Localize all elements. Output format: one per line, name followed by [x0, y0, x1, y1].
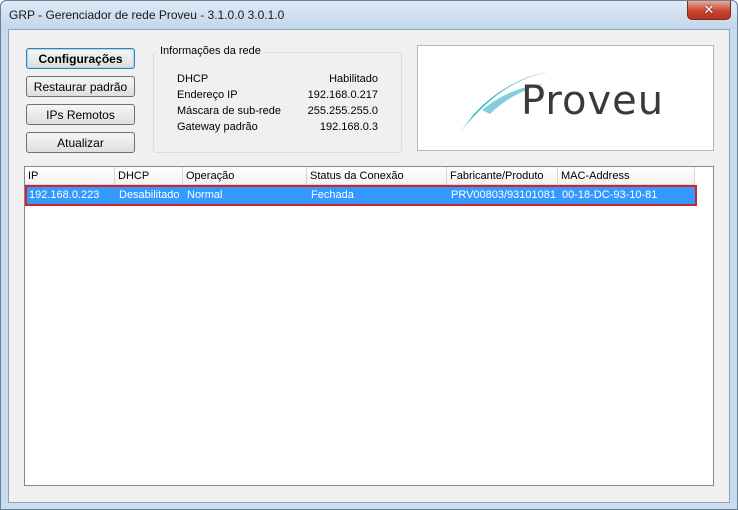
window-title: GRP - Gerenciador de rede Proveu - 3.1.0… — [9, 8, 285, 22]
info-label: Endereço IP — [177, 89, 238, 101]
info-row-dhcp: DHCP Habilitado — [177, 73, 378, 89]
info-label: Gateway padrão — [177, 121, 258, 133]
info-value: 255.255.255.0 — [307, 105, 378, 117]
column-operation[interactable]: Operação — [183, 167, 307, 185]
info-value: 192.168.0.217 — [307, 89, 378, 101]
info-label: DHCP — [177, 73, 209, 85]
cell-operation: Normal — [187, 189, 223, 201]
column-manufacturer[interactable]: Fabricante/Produto — [447, 167, 558, 185]
column-dhcp[interactable]: DHCP — [115, 167, 183, 185]
cell-connection-status: Fechada — [311, 189, 354, 201]
cell-mac-address: 00-18-DC-93-10-81 — [562, 189, 658, 201]
update-button[interactable]: Atualizar — [26, 132, 135, 153]
cell-dhcp: Desabilitado — [119, 189, 180, 201]
main-panel: Configurações Restaurar padrão IPs Remot… — [8, 29, 730, 503]
remote-ips-button[interactable]: IPs Remotos — [26, 104, 135, 125]
column-connection-status[interactable]: Status da Conexão — [307, 167, 447, 185]
logo-panel: Proveu — [417, 45, 714, 151]
info-row-gateway: Gateway padrão 192.168.0.3 — [177, 121, 378, 137]
column-ip[interactable]: IP — [25, 167, 115, 185]
info-label: Máscara de sub-rede — [177, 105, 281, 117]
info-row-subnet: Máscara de sub-rede 255.255.255.0 — [177, 105, 378, 121]
network-info-legend: Informações da rede — [157, 45, 264, 57]
table-row[interactable]: 192.168.0.223 Desabilitado Normal Fechad… — [26, 186, 695, 204]
app-window: GRP - Gerenciador de rede Proveu - 3.1.0… — [0, 0, 738, 510]
device-list-header: IP DHCP Operação Status da Conexão Fabri… — [25, 167, 713, 185]
title-bar[interactable]: GRP - Gerenciador de rede Proveu - 3.1.0… — [1, 1, 737, 29]
info-value: Habilitado — [329, 73, 378, 85]
logo-text: Proveu — [521, 78, 665, 124]
restore-default-button[interactable]: Restaurar padrão — [26, 76, 135, 97]
cell-ip: 192.168.0.223 — [29, 189, 100, 201]
cell-manufacturer: PRV00803/93101081 — [451, 189, 557, 201]
close-icon: ✕ — [703, 2, 715, 17]
config-button[interactable]: Configurações — [26, 48, 135, 69]
column-mac-address[interactable]: MAC-Address — [558, 167, 695, 185]
close-button[interactable]: ✕ — [687, 1, 731, 20]
info-row-ip: Endereço IP 192.168.0.217 — [177, 89, 378, 105]
device-list[interactable]: IP DHCP Operação Status da Conexão Fabri… — [24, 166, 714, 486]
info-value: 192.168.0.3 — [319, 121, 378, 133]
